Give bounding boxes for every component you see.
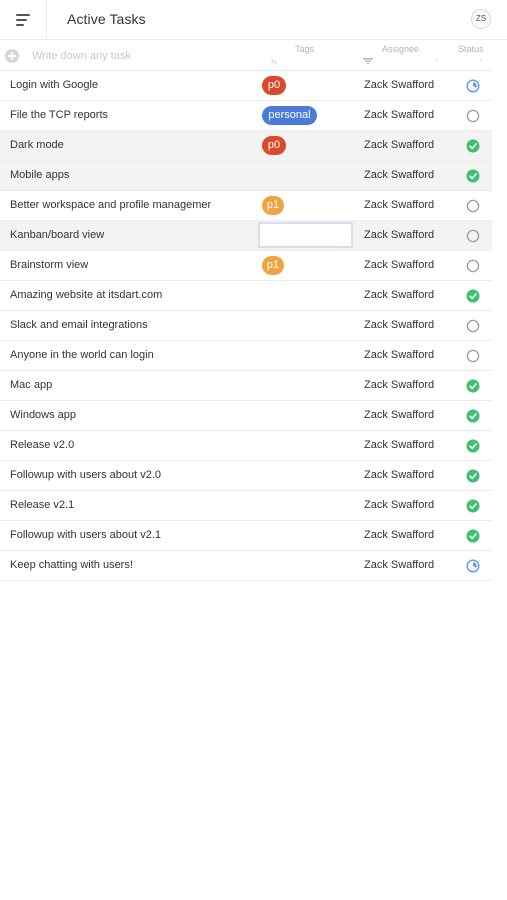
- status-todo-icon[interactable]: [466, 199, 480, 213]
- assignee-name[interactable]: Zack Swafford: [364, 109, 434, 121]
- task-row[interactable]: Dark mode p0 Zack Swafford: [0, 131, 492, 161]
- assignee-name[interactable]: Zack Swafford: [364, 79, 434, 91]
- assignee-name[interactable]: Zack Swafford: [364, 319, 434, 331]
- task-name[interactable]: Windows app: [10, 409, 76, 421]
- assignee-name[interactable]: Zack Swafford: [364, 559, 434, 571]
- assignee-name[interactable]: Zack Swafford: [364, 349, 434, 361]
- task-row[interactable]: Mobile apps Zack Swafford: [0, 161, 492, 191]
- task-row[interactable]: File the TCP reports personal Zack Swaffor…: [0, 101, 492, 131]
- status-done-icon[interactable]: [466, 379, 480, 393]
- task-name[interactable]: Amazing website at itsdart.com: [10, 289, 162, 301]
- tag-badge[interactable]: p0: [262, 76, 286, 95]
- task-row[interactable]: Mac app Zack Swafford: [0, 371, 492, 401]
- column-header-assignee[interactable]: Assignee: [382, 44, 419, 54]
- sort-status-icon[interactable]: ↕: [479, 57, 483, 64]
- top-bar: Active Tasks ZS: [0, 0, 507, 40]
- task-name[interactable]: Mobile apps: [10, 169, 69, 181]
- task-row[interactable]: Followup with users about v2.1 Zack Swaff…: [0, 521, 492, 551]
- task-row[interactable]: Brainstorm view p1 Zack Swafford: [0, 251, 492, 281]
- task-row[interactable]: Slack and email integrations Zack Swaffor…: [0, 311, 492, 341]
- tag-editor[interactable]: [258, 222, 353, 248]
- status-done-icon[interactable]: [466, 409, 480, 423]
- avatar[interactable]: ZS: [471, 9, 491, 29]
- status-todo-icon[interactable]: [466, 259, 480, 273]
- page-title: Active Tasks: [67, 11, 146, 27]
- task-row[interactable]: Release v2.0 Zack Swafford: [0, 431, 492, 461]
- column-header-status[interactable]: Status: [458, 44, 484, 54]
- assignee-name[interactable]: Zack Swafford: [364, 409, 434, 421]
- tag-badge[interactable]: p1: [262, 196, 284, 215]
- task-name[interactable]: Followup with users about v2.1: [10, 529, 161, 541]
- status-in-progress-icon[interactable]: [466, 79, 480, 93]
- task-name[interactable]: Better workspace and profile managemer: [10, 199, 211, 211]
- tag-badge[interactable]: p1: [262, 256, 284, 275]
- task-name[interactable]: Followup with users about v2.0: [10, 469, 161, 481]
- task-name[interactable]: Release v2.0: [10, 439, 74, 451]
- task-name[interactable]: Release v2.1: [10, 499, 74, 511]
- task-name[interactable]: Anyone in the world can login: [10, 349, 154, 361]
- assignee-name[interactable]: Zack Swafford: [364, 439, 434, 451]
- task-row[interactable]: Release v2.1 Zack Swafford: [0, 491, 492, 521]
- assignee-name[interactable]: Zack Swafford: [364, 199, 434, 211]
- assignee-name[interactable]: Zack Swafford: [364, 529, 434, 541]
- status-in-progress-icon[interactable]: [466, 559, 480, 573]
- assignee-name[interactable]: Zack Swafford: [364, 469, 434, 481]
- task-row[interactable]: Amazing website at itsdart.com Zack Swaff…: [0, 281, 492, 311]
- status-done-icon[interactable]: [466, 529, 480, 543]
- status-todo-icon[interactable]: [466, 109, 480, 123]
- task-list: Login with Google p0 Zack Swafford File the…: [0, 71, 492, 581]
- assignee-name[interactable]: Zack Swafford: [364, 259, 434, 271]
- status-todo-icon[interactable]: [466, 229, 480, 243]
- task-row[interactable]: Kanban/board view Zack Swafford: [0, 221, 492, 251]
- tag-badge[interactable]: p0: [262, 136, 286, 155]
- task-name[interactable]: Brainstorm view: [10, 259, 88, 271]
- status-done-icon[interactable]: [466, 499, 480, 513]
- assignee-name[interactable]: Zack Swafford: [364, 139, 434, 151]
- task-row[interactable]: Login with Google p0 Zack Swafford: [0, 71, 492, 101]
- add-task-icon[interactable]: [5, 49, 19, 63]
- task-row[interactable]: Windows app Zack Swafford: [0, 401, 492, 431]
- task-name[interactable]: Mac app: [10, 379, 52, 391]
- task-row[interactable]: Keep chatting with users! Zack Swafford: [0, 551, 492, 581]
- status-todo-icon[interactable]: [466, 319, 480, 333]
- assignee-name[interactable]: Zack Swafford: [364, 229, 434, 241]
- status-done-icon[interactable]: [466, 139, 480, 153]
- task-name[interactable]: Dark mode: [10, 139, 64, 151]
- assignee-name[interactable]: Zack Swafford: [364, 379, 434, 391]
- status-done-icon[interactable]: [466, 289, 480, 303]
- task-name[interactable]: Keep chatting with users!: [10, 559, 133, 571]
- column-header-tags[interactable]: Tags: [295, 44, 314, 54]
- sort-tags-icon[interactable]: ⇆: [271, 58, 277, 66]
- assignee-name[interactable]: Zack Swafford: [364, 289, 434, 301]
- sort-assignee-icon[interactable]: ↕: [435, 57, 439, 64]
- task-row[interactable]: Followup with users about v2.0 Zack Swaff…: [0, 461, 492, 491]
- status-done-icon[interactable]: [466, 169, 480, 183]
- assignee-name[interactable]: Zack Swafford: [364, 499, 434, 511]
- task-name[interactable]: Kanban/board view: [10, 229, 104, 241]
- task-name[interactable]: Slack and email integrations: [10, 319, 148, 331]
- task-row[interactable]: Anyone in the world can login Zack Swaffo…: [0, 341, 492, 371]
- task-name[interactable]: Login with Google: [10, 79, 98, 91]
- assignee-name[interactable]: Zack Swafford: [364, 169, 434, 181]
- status-done-icon[interactable]: [466, 439, 480, 453]
- status-done-icon[interactable]: [466, 469, 480, 483]
- task-row[interactable]: Better workspace and profile managemer p1…: [0, 191, 492, 221]
- filter-icon[interactable]: [363, 58, 373, 64]
- menu-icon[interactable]: [0, 0, 47, 40]
- tag-badge[interactable]: personal: [262, 106, 317, 125]
- task-name[interactable]: File the TCP reports: [10, 109, 108, 121]
- status-todo-icon[interactable]: [466, 349, 480, 363]
- new-task-input[interactable]: [32, 48, 252, 64]
